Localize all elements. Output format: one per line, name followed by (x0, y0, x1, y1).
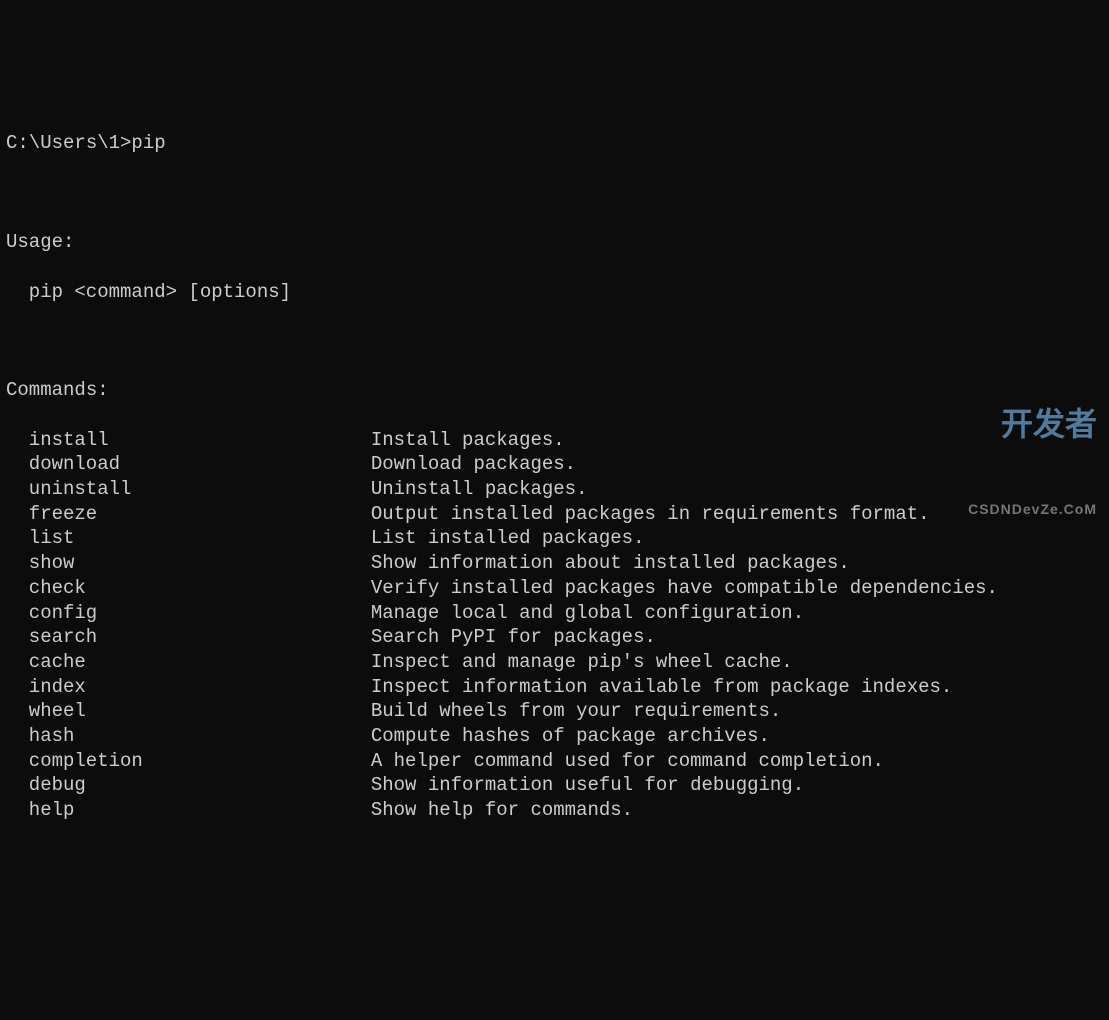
command-row: cacheInspect and manage pip's wheel cach… (6, 650, 1103, 675)
command-name: index (29, 675, 371, 700)
command-name: check (29, 576, 371, 601)
command-row: configManage local and global configurat… (6, 601, 1103, 626)
command-row: completionA helper command used for comm… (6, 749, 1103, 774)
command-description: Manage local and global configuration. (371, 601, 1103, 626)
command-row: checkVerify installed packages have comp… (6, 576, 1103, 601)
command-name: download (29, 452, 371, 477)
command-name: freeze (29, 502, 371, 527)
command-name: wheel (29, 699, 371, 724)
command-description: Compute hashes of package archives. (371, 724, 1103, 749)
command-description: Show help for commands. (371, 798, 1103, 823)
command-name: show (29, 551, 371, 576)
command-description: Show information about installed package… (371, 551, 1103, 576)
command-row: hashCompute hashes of package archives. (6, 724, 1103, 749)
command-name: config (29, 601, 371, 626)
command-description: Verify installed packages have compatibl… (371, 576, 1103, 601)
command-description: Show information useful for debugging. (371, 773, 1103, 798)
empty-line (6, 329, 1103, 354)
command-description: Search PyPI for packages. (371, 625, 1103, 650)
command-row: searchSearch PyPI for packages. (6, 625, 1103, 650)
command-row: downloadDownload packages. (6, 452, 1103, 477)
commands-header: Commands: (6, 378, 1103, 403)
command-row: debugShow information useful for debuggi… (6, 773, 1103, 798)
watermark: 开发者 CSDNDevZe.CoM (968, 344, 1097, 548)
command-row: listList installed packages. (6, 526, 1103, 551)
command-row: helpShow help for commands. (6, 798, 1103, 823)
command-name: uninstall (29, 477, 371, 502)
command-description: Inspect information available from packa… (371, 675, 1103, 700)
command-row: wheelBuild wheels from your requirements… (6, 699, 1103, 724)
command-name: cache (29, 650, 371, 675)
prompt-path: C:\Users\1> (6, 132, 131, 154)
command-name: hash (29, 724, 371, 749)
command-name: list (29, 526, 371, 551)
terminal-output[interactable]: C:\Users\1>pip Usage: pip <command> [opt… (6, 107, 1103, 848)
command-description: Inspect and manage pip's wheel cache. (371, 650, 1103, 675)
command-name: install (29, 428, 371, 453)
command-name: completion (29, 749, 371, 774)
commands-list: installInstall packages.downloadDownload… (6, 428, 1103, 823)
command-row: uninstallUninstall packages. (6, 477, 1103, 502)
prompt-line: C:\Users\1>pip (6, 131, 1103, 156)
empty-line (6, 181, 1103, 206)
command-row: showShow information about installed pac… (6, 551, 1103, 576)
command-row: freezeOutput installed packages in requi… (6, 502, 1103, 527)
usage-header: Usage: (6, 230, 1103, 255)
command-row: indexInspect information available from … (6, 675, 1103, 700)
command-name: help (29, 798, 371, 823)
command-name: debug (29, 773, 371, 798)
command-row: installInstall packages. (6, 428, 1103, 453)
prompt-command: pip (131, 132, 165, 154)
command-name: search (29, 625, 371, 650)
usage-text: pip <command> [options] (6, 280, 1103, 305)
watermark-main: 开发者 (968, 408, 1097, 440)
watermark-sub: CSDNDevZe.CoM (968, 502, 1097, 516)
command-description: Build wheels from your requirements. (371, 699, 1103, 724)
command-description: A helper command used for command comple… (371, 749, 1103, 774)
